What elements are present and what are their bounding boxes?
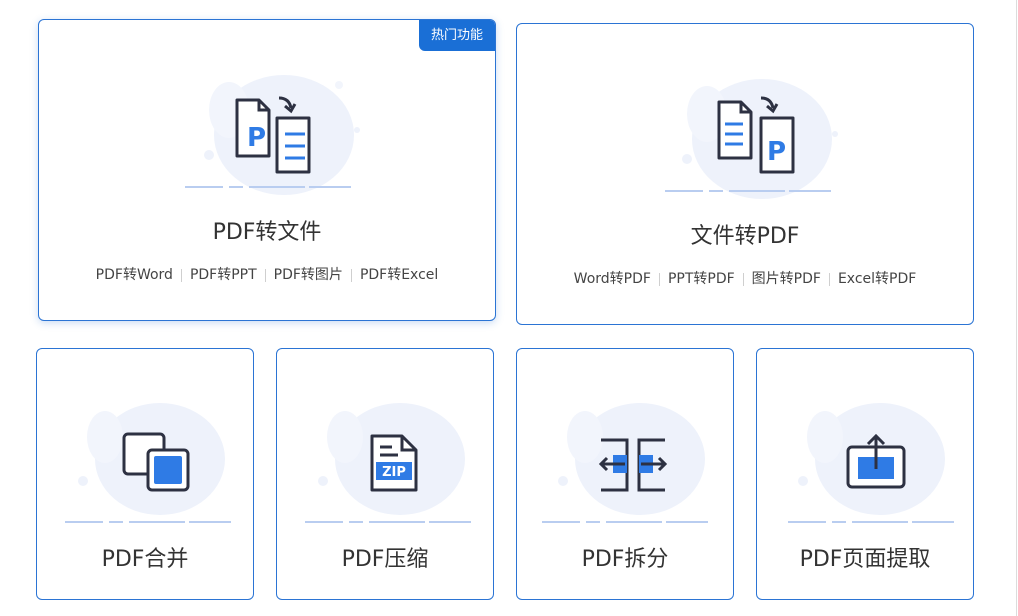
link-ppt-to-pdf[interactable]: PPT转PDF [660, 268, 743, 288]
card-file-to-pdf[interactable]: P 文件转PDF Word转PDF PPT转PDF 图片转PDF Excel转PDF [516, 23, 974, 325]
link-excel-to-pdf[interactable]: Excel转PDF [830, 268, 924, 288]
link-image-to-pdf[interactable]: 图片转PDF [744, 268, 829, 288]
card-title: PDF转文件 [212, 220, 322, 245]
decorative-underline [305, 521, 471, 523]
decorative-underline [788, 521, 954, 523]
link-pdf-to-excel[interactable]: PDF转Excel [352, 264, 446, 284]
pdf-to-word-icon: P [235, 96, 311, 174]
card-pdf-to-file[interactable]: 热门功能 P PDF转文件 PDF转Word PDF转PPT PDF转图片 PDF转E… [38, 19, 496, 321]
page-right-border [1016, 0, 1017, 616]
decorative-underline [665, 190, 831, 192]
conversion-links: PDF转Word PDF转PPT PDF转图片 PDF转Excel [39, 264, 495, 284]
hot-feature-badge: 热门功能 [419, 20, 495, 51]
card-title: PDF页面提取 [799, 547, 931, 572]
card-pdf-page-extract[interactable]: PDF页面提取 [756, 348, 974, 600]
doc-letter-p: P [247, 123, 266, 153]
split-icon [598, 438, 668, 492]
card-pdf-split[interactable]: PDF拆分 [516, 348, 734, 600]
link-pdf-to-ppt[interactable]: PDF转PPT [182, 264, 265, 284]
zip-compress-icon: ZIP [370, 434, 418, 492]
link-pdf-to-image[interactable]: PDF转图片 [266, 264, 351, 284]
card-pdf-merge[interactable]: PDF合并 [36, 348, 254, 600]
decorative-underline [185, 186, 351, 188]
decorative-underline [65, 521, 231, 523]
card-title: PDF拆分 [581, 547, 669, 572]
link-word-to-pdf[interactable]: Word转PDF [566, 268, 659, 288]
card-title: PDF压缩 [341, 547, 429, 572]
decorative-underline [542, 521, 708, 523]
page-extract-icon [846, 433, 906, 489]
merge-icon [122, 432, 190, 492]
doc-letter-p: P [767, 137, 786, 167]
card-pdf-compress[interactable]: ZIP PDF压缩 [276, 348, 494, 600]
zip-label: ZIP [382, 465, 406, 480]
word-to-pdf-icon: P [717, 96, 795, 174]
card-title: PDF合并 [101, 547, 189, 572]
conversion-links: Word转PDF PPT转PDF 图片转PDF Excel转PDF [517, 268, 973, 288]
card-title: 文件转PDF [690, 224, 800, 249]
link-pdf-to-word[interactable]: PDF转Word [88, 264, 181, 284]
